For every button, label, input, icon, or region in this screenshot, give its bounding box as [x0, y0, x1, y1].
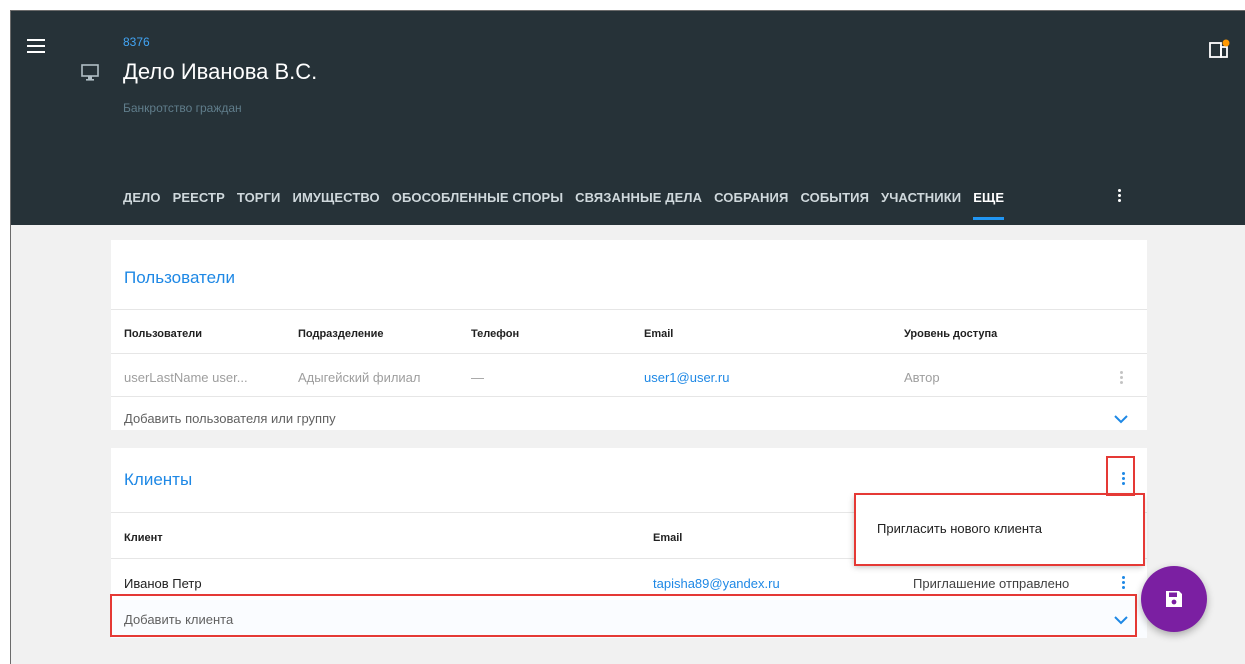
user-name-cell: userLastName user... [124, 370, 248, 385]
divider [111, 353, 1147, 354]
column-header-email: Email [653, 532, 683, 544]
chevron-down-icon[interactable] [1114, 615, 1128, 625]
tab-participants[interactable]: УЧАСТНИКИ [881, 190, 961, 205]
column-header-client: Клиент [124, 532, 163, 544]
save-button[interactable] [1141, 566, 1207, 632]
add-client-row[interactable]: Добавить клиента [111, 600, 1147, 638]
tab-registry[interactable]: РЕЕСТР [173, 190, 225, 205]
chevron-down-icon[interactable] [1114, 414, 1128, 424]
tab-more[interactable]: ЕЩЕ [973, 190, 1004, 220]
case-number: 8376 [123, 35, 150, 49]
invite-new-client-item[interactable]: Пригласить нового клиента [877, 521, 1042, 536]
row-menu-icon[interactable] [1117, 369, 1125, 387]
divider [111, 309, 1147, 310]
client-name-cell: Иванов Петр [124, 576, 202, 591]
tab-bar: ДЕЛО РЕЕСТР ТОРГИ ИМУЩЕСТВО ОБОСОБЛЕННЫЕ… [123, 187, 1016, 220]
tab-case[interactable]: ДЕЛО [123, 190, 161, 205]
column-header-email: Email [644, 328, 674, 340]
email-link[interactable]: tapisha89@yandex.ru [653, 576, 780, 591]
tabs-overflow-menu-icon[interactable] [1113, 187, 1125, 207]
clients-menu-icon[interactable] [1119, 470, 1127, 488]
hamburger-icon[interactable] [27, 39, 45, 53]
add-user-row[interactable]: Добавить пользователя или группу [111, 397, 1147, 439]
tab-auctions[interactable]: ТОРГИ [237, 190, 281, 205]
add-client-label: Добавить клиента [124, 612, 234, 627]
users-section-title: Пользователи [124, 268, 235, 287]
tab-separate-disputes[interactable]: ОБОСОБЛЕННЫЕ СПОРЫ [392, 190, 563, 205]
case-category: Банкротство граждан [123, 101, 242, 115]
app-window: 8376 Дело Иванова В.С. Банкротство гражд… [10, 10, 1245, 664]
tab-related-cases[interactable]: СВЯЗАННЫЕ ДЕЛА [575, 190, 702, 205]
notification-layout-icon[interactable] [1209, 39, 1231, 59]
access-level-cell: Автор [904, 370, 940, 385]
email-link[interactable]: user1@user.ru [644, 370, 729, 385]
page-title: Дело Иванова В.С. [123, 59, 318, 84]
case-header: 8376 Дело Иванова В.С. Банкротство гражд… [11, 11, 1245, 225]
phone-cell: — [471, 370, 484, 385]
tab-property[interactable]: ИМУЩЕСТВО [293, 190, 380, 205]
users-card: Пользователи Пользователи Подразделение … [111, 240, 1147, 430]
add-user-label: Добавить пользователя или группу [124, 411, 336, 426]
column-header-access: Уровень доступа [904, 328, 998, 340]
column-header-users: Пользователи [124, 328, 203, 340]
monitor-icon [81, 64, 99, 81]
tab-events[interactable]: СОБЫТИЯ [800, 190, 869, 205]
tab-meetings[interactable]: СОБРАНИЯ [714, 190, 788, 205]
save-icon [1166, 591, 1182, 607]
invitation-status: Приглашение отправлено [913, 576, 1070, 591]
clients-section-title: Клиенты [124, 470, 193, 489]
clients-dropdown-menu: Пригласить нового клиента [854, 495, 1143, 565]
column-header-department: Подразделение [298, 328, 384, 340]
department-cell: Адыгейский филиал [298, 370, 421, 385]
row-menu-icon[interactable] [1119, 574, 1127, 592]
column-header-phone: Телефон [471, 328, 520, 340]
